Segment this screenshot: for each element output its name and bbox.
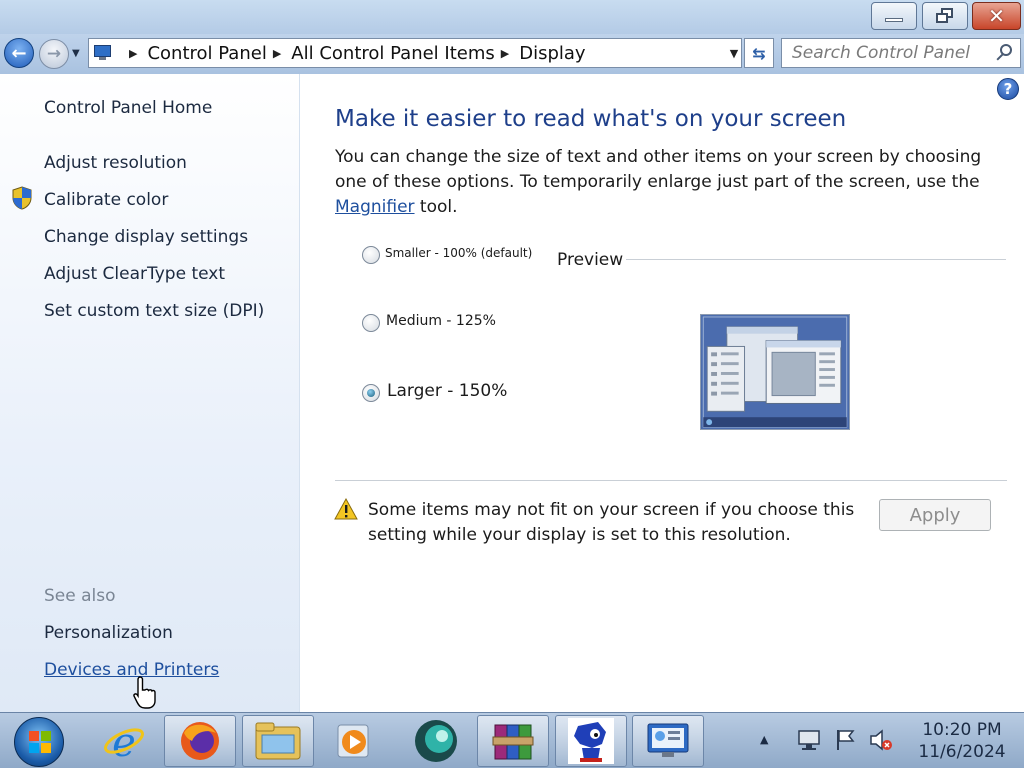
arrow-left-icon: ←: [11, 42, 27, 64]
arrow-right-icon: →: [46, 44, 62, 64]
sidebar-change-display-settings[interactable]: Change display settings: [44, 227, 248, 247]
option-medium-label[interactable]: Medium - 125%: [386, 313, 496, 329]
breadcrumb-display[interactable]: Display: [519, 43, 585, 64]
taskbar-sonic-game[interactable]: [555, 715, 627, 767]
teal-orb-icon: [415, 720, 457, 762]
taskbar-winrar[interactable]: [477, 715, 549, 767]
sonic-game-icon: [568, 718, 614, 764]
taskbar-control-panel[interactable]: [632, 715, 704, 767]
display-settings-icon: [647, 723, 689, 757]
preview-divider: [626, 259, 1006, 260]
restore-icon: [935, 8, 955, 24]
description-tail: tool.: [414, 197, 458, 217]
start-button[interactable]: [14, 717, 64, 767]
restore-button[interactable]: [922, 2, 968, 30]
internet-explorer-icon: e: [104, 720, 144, 763]
minimize-button[interactable]: [871, 2, 917, 30]
taskbar-app-teal[interactable]: [400, 715, 472, 767]
title-bar: ✕: [0, 0, 1024, 34]
clock-date: 11/6/2024: [918, 742, 1006, 762]
taskbar-windows-explorer[interactable]: [242, 715, 314, 767]
section-divider: [335, 480, 1007, 481]
page-description: You can change the size of text and othe…: [335, 145, 1005, 220]
control-panel-icon: [93, 44, 113, 62]
radio-smaller[interactable]: [362, 246, 380, 264]
breadcrumb-control-panel[interactable]: Control Panel: [147, 43, 266, 64]
address-dropdown[interactable]: ▼: [724, 38, 744, 68]
address-bar[interactable]: ▶ Control Panel ▶ All Control Panel Item…: [88, 38, 742, 68]
chevron-down-icon: ▼: [729, 46, 739, 60]
network-icon[interactable]: [796, 727, 822, 753]
sidebar-adjust-resolution[interactable]: Adjust resolution: [44, 153, 187, 173]
search-input[interactable]: Search Control Panel: [781, 38, 1021, 68]
warning-icon: [334, 498, 358, 520]
preview-image: [700, 314, 850, 430]
shield-icon: [12, 186, 32, 210]
radio-larger[interactable]: [362, 384, 380, 402]
magnifier-link[interactable]: Magnifier: [335, 197, 415, 217]
refresh-button[interactable]: ⇆: [744, 38, 774, 68]
sidebar-control-panel-home[interactable]: Control Panel Home: [44, 98, 212, 118]
firefox-icon: [181, 722, 219, 760]
svg-text:e: e: [112, 720, 136, 763]
winrar-icon: [492, 724, 534, 760]
page-title: Make it easier to read what's on your sc…: [335, 106, 847, 132]
windows-logo-icon: [29, 731, 51, 753]
navigation-bar: ← → ▼ ▶ Control Panel ▶ All Control Pane…: [0, 34, 1024, 74]
sidebar-calibrate-color[interactable]: Calibrate color: [44, 190, 168, 210]
sidebar-custom-text-size[interactable]: Set custom text size (DPI): [44, 301, 264, 321]
option-smaller-label[interactable]: Smaller - 100% (default): [385, 246, 532, 260]
search-placeholder: Search Control Panel: [792, 43, 971, 63]
description-text: You can change the size of text and othe…: [335, 147, 982, 192]
taskbar-media-player[interactable]: [318, 715, 390, 767]
radio-medium[interactable]: [362, 314, 380, 332]
refresh-icon: ⇆: [752, 43, 766, 63]
search-icon[interactable]: [994, 44, 1014, 64]
show-hidden-icons-button[interactable]: ▲: [760, 733, 768, 746]
recent-pages-dropdown[interactable]: ▼: [72, 48, 80, 59]
option-larger-label[interactable]: Larger - 150%: [387, 381, 507, 401]
back-button[interactable]: ←: [4, 38, 34, 68]
sidebar: Control Panel Home Adjust resolution Cal…: [0, 74, 300, 712]
forward-button[interactable]: →: [39, 39, 69, 69]
taskbar-internet-explorer[interactable]: e: [88, 715, 160, 767]
system-clock[interactable]: 10:20 PM 11/6/2024: [906, 719, 1018, 763]
chevron-right-icon[interactable]: ▶: [501, 47, 509, 60]
sidebar-adjust-cleartype[interactable]: Adjust ClearType text: [44, 264, 225, 284]
taskbar: e ▲ 10:20 PM 11/6/2024: [0, 712, 1024, 768]
breadcrumb-all-items[interactable]: All Control Panel Items: [291, 43, 494, 64]
chevron-right-icon[interactable]: ▶: [129, 47, 137, 60]
warning-text: Some items may not fit on your screen if…: [368, 500, 855, 545]
preview-label: Preview: [557, 250, 624, 270]
taskbar-firefox[interactable]: [164, 715, 236, 767]
apply-button[interactable]: Apply: [879, 499, 991, 531]
close-button[interactable]: ✕: [972, 2, 1021, 30]
help-icon[interactable]: ?: [997, 78, 1019, 100]
close-icon: ✕: [988, 4, 1005, 28]
minimize-icon: [885, 18, 903, 22]
clock-time: 10:20 PM: [922, 720, 1002, 740]
action-center-flag-icon[interactable]: [832, 727, 858, 753]
see-also-heading: See also: [44, 586, 116, 606]
folder-icon: [255, 722, 301, 760]
media-player-icon: [337, 724, 369, 758]
hand-cursor-icon: [133, 676, 156, 709]
volume-muted-icon[interactable]: [868, 727, 894, 753]
chevron-right-icon[interactable]: ▶: [273, 47, 281, 60]
sidebar-personalization[interactable]: Personalization: [44, 623, 173, 643]
